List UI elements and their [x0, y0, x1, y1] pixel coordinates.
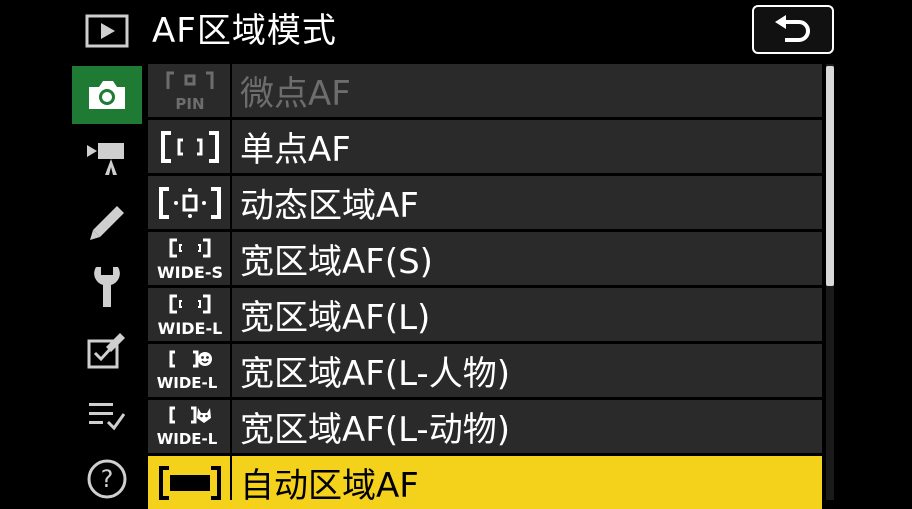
menu-item-auto-area-af[interactable]: 自动区域AF: [148, 456, 822, 509]
menu-item-wide-area-af-l-people[interactable]: WIDE-L 宽区域AF(L-人物): [148, 344, 822, 397]
menu-item-label: 宽区域AF(L-人物): [240, 354, 510, 394]
menu-item-label: 微点AF: [240, 74, 351, 114]
page-title: AF区域模式: [152, 11, 337, 51]
sidebar-item-retouch[interactable]: [72, 322, 142, 380]
return-arrow-icon: [775, 14, 810, 42]
menu-item-wide-area-af-l-animal[interactable]: WIDE-L 宽区域AF(L-动物): [148, 400, 822, 453]
wide-area-s-icon: WIDE-S: [157, 238, 223, 282]
sidebar: ?: [0, 0, 142, 500]
retouch-icon: [87, 333, 125, 369]
sidebar-item-movie-shooting[interactable]: [72, 130, 142, 188]
wide-s-icon-text: WIDE-S: [157, 263, 223, 282]
camera-icon: [89, 81, 125, 109]
help-icon: ?: [87, 459, 127, 499]
sidebar-item-setup[interactable]: [72, 258, 142, 316]
sidebar-item-my-menu[interactable]: [72, 386, 142, 444]
wide-area-l-animal-icon: WIDE-L: [157, 406, 218, 448]
back-button[interactable]: [752, 5, 834, 54]
menu-item-dynamic-area-af[interactable]: 动态区域AF: [148, 176, 822, 229]
pin-point-af-icon: PIN: [166, 71, 214, 113]
pin-icon-text: PIN: [175, 95, 204, 113]
sidebar-item-help[interactable]: ?: [72, 450, 142, 508]
auto-area-af-icon: [159, 465, 221, 500]
pencil-icon: [90, 206, 124, 240]
sidebar-item-playback[interactable]: [72, 2, 142, 60]
dynamic-area-af-icon: [159, 186, 221, 219]
menu-item-label: 宽区域AF(L): [240, 298, 431, 338]
menu-item-single-point-af[interactable]: 单点AF: [148, 120, 822, 173]
help-icon-glyph: ?: [101, 465, 114, 493]
wide-area-l-people-icon: WIDE-L: [157, 350, 218, 392]
wide-l-people-icon-text: WIDE-L: [157, 374, 218, 392]
wide-l-animal-icon-text: WIDE-L: [157, 430, 218, 448]
menu-item-wide-area-af-l[interactable]: WIDE-L 宽区域AF(L): [148, 288, 822, 341]
menu-item-label: 单点AF: [240, 130, 351, 170]
menu-item-wide-area-af-s[interactable]: WIDE-S 宽区域AF(S): [148, 232, 822, 285]
wide-l-icon-text: WIDE-L: [158, 319, 223, 338]
movie-camera-icon: [87, 143, 124, 175]
icon-column-divider: [230, 64, 232, 500]
scrollbar-thumb[interactable]: [826, 66, 834, 286]
my-menu-icon: [89, 403, 126, 431]
playback-icon: [85, 14, 129, 48]
menu-item-label: 动态区域AF: [240, 186, 419, 226]
sidebar-item-photo-shooting[interactable]: [72, 66, 142, 124]
menu-item-label: 宽区域AF(L-动物): [240, 410, 510, 450]
single-point-af-icon: [161, 130, 219, 163]
sidebar-item-custom-settings[interactable]: [72, 194, 142, 252]
wrench-icon: [94, 267, 120, 307]
menu-item-pin-point-af[interactable]: PIN 微点AF: [148, 64, 822, 117]
menu-item-label: 宽区域AF(S): [240, 242, 433, 282]
wide-area-l-icon: WIDE-L: [158, 294, 223, 338]
